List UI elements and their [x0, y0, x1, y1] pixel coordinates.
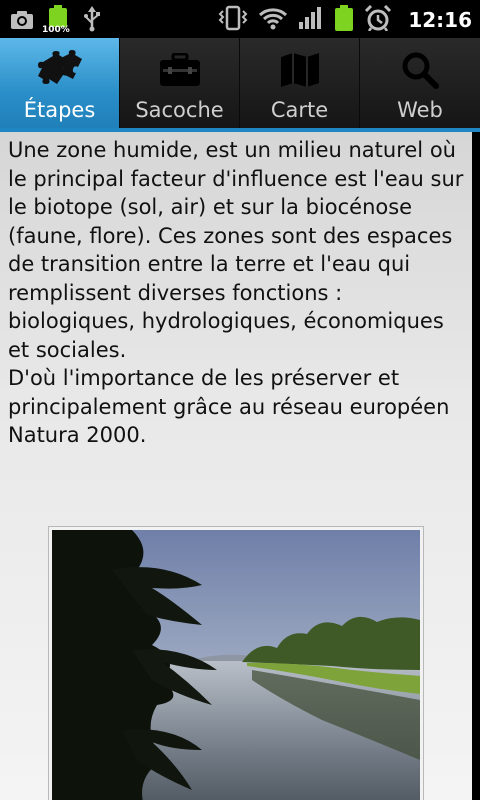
map-icon [280, 50, 320, 90]
tab-label: Carte [270, 98, 329, 122]
tab-carte[interactable]: Carte [240, 38, 360, 130]
puzzle-icon [37, 50, 83, 90]
magnifier-icon [401, 50, 439, 90]
article-paragraph: D'où l'importance de les préserver et pr… [8, 366, 450, 447]
content-area[interactable]: Une zone humide, est un milieu naturel o… [0, 132, 472, 800]
vibrate-icon [218, 5, 248, 35]
wetland-photo-frame [48, 526, 424, 800]
tab-etapes[interactable]: Étapes [0, 38, 120, 130]
signal-icon [298, 6, 324, 34]
status-bar-left: 100% [10, 5, 102, 37]
wetland-photo [52, 530, 420, 800]
tab-web[interactable]: Web [360, 38, 480, 130]
battery-charging-icon [334, 5, 354, 35]
camera-icon [10, 8, 34, 34]
briefcase-icon [159, 50, 201, 90]
wifi-icon [258, 6, 288, 34]
tab-sacoche[interactable]: Sacoche [120, 38, 240, 130]
alarm-icon [364, 4, 392, 35]
tab-label: Étapes [23, 98, 96, 122]
status-bar: 100% 12:16 [0, 0, 480, 38]
tab-label: Web [397, 98, 443, 122]
status-bar-right: 12:16 [218, 4, 472, 35]
article-text: Une zone humide, est un milieu naturel o… [8, 136, 468, 450]
article-paragraph: Une zone humide, est un milieu naturel o… [8, 138, 464, 362]
tab-label: Sacoche [135, 98, 224, 122]
battery-percent-label: 100% [42, 25, 70, 35]
usb-icon [82, 6, 102, 36]
status-time: 12:16 [408, 8, 472, 32]
scrollbar[interactable] [472, 132, 480, 800]
battery-icon: 100% [42, 5, 70, 37]
tab-bar: Étapes Sacoche Carte Web [0, 38, 480, 130]
